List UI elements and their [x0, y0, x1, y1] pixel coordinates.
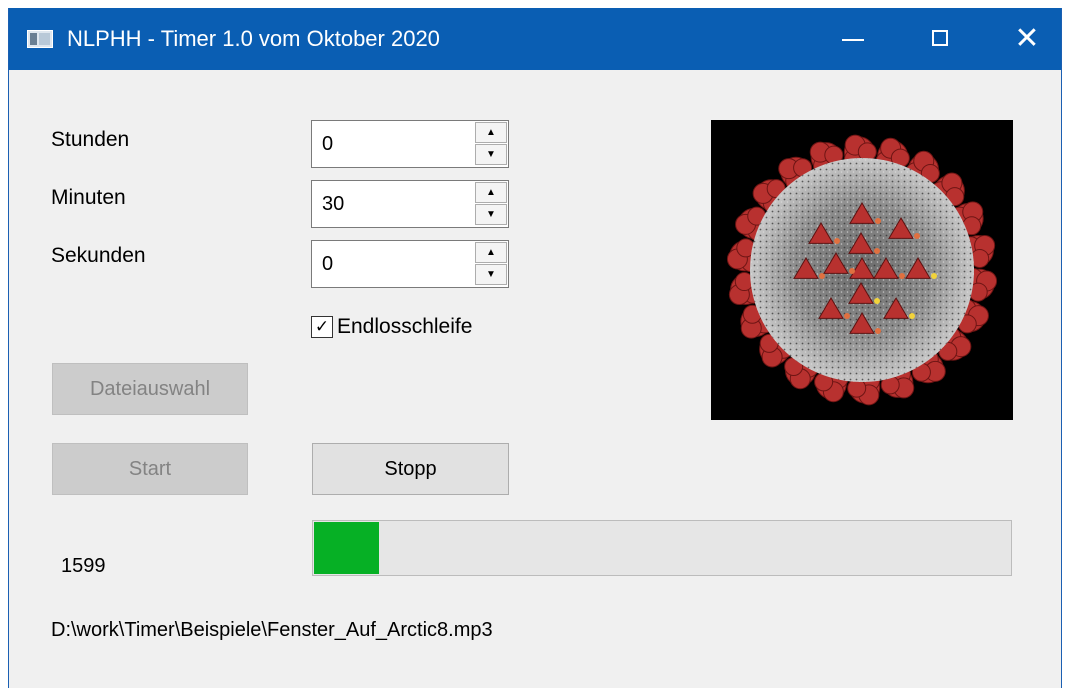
- close-button[interactable]: ✕: [987, 8, 1067, 70]
- minutes-label: Minuten: [51, 186, 126, 209]
- hours-decrement-button[interactable]: ▼: [475, 144, 507, 165]
- loop-checkbox[interactable]: ✓: [311, 316, 333, 338]
- seconds-decrement-button[interactable]: ▼: [475, 264, 507, 285]
- minimize-button[interactable]: [814, 8, 894, 70]
- membrane-dot: [914, 233, 920, 239]
- minutes-increment-button[interactable]: ▲: [475, 182, 507, 203]
- window-title: NLPHH - Timer 1.0 vom Oktober 2020: [67, 26, 440, 51]
- loop-checkbox-label[interactable]: Endlosschleife: [337, 315, 472, 339]
- app-window: NLPHH - Timer 1.0 vom Oktober 2020 ✕ Stu…: [8, 8, 1062, 688]
- stop-button[interactable]: Stopp: [312, 443, 509, 495]
- coronavirus-illustration: [726, 134, 998, 406]
- minimize-icon: [842, 39, 864, 41]
- title-bar[interactable]: NLPHH - Timer 1.0 vom Oktober 2020 ✕: [9, 8, 1061, 70]
- seconds-stepper: ▲ ▼: [311, 240, 509, 288]
- hours-spin-buttons: ▲ ▼: [475, 122, 507, 166]
- membrane-dot: [849, 268, 855, 274]
- membrane-dot: [909, 313, 915, 319]
- membrane-dot: [834, 238, 840, 244]
- file-select-button[interactable]: Dateiauswahl: [52, 363, 248, 415]
- minutes-stepper: ▲ ▼: [311, 180, 509, 228]
- minutes-decrement-button[interactable]: ▼: [475, 204, 507, 225]
- hours-increment-button[interactable]: ▲: [475, 122, 507, 143]
- maximize-icon: [932, 30, 948, 46]
- seconds-input[interactable]: [312, 241, 472, 287]
- selected-file-path: D:\work\Timer\Beispiele\Fenster_Auf_Arct…: [51, 619, 493, 641]
- maximize-button[interactable]: [901, 8, 981, 70]
- hours-input[interactable]: [312, 121, 472, 167]
- close-icon: ✕: [1014, 22, 1040, 55]
- remaining-seconds-counter: 1599: [61, 555, 106, 577]
- app-icon: [27, 30, 53, 48]
- seconds-spin-buttons: ▲ ▼: [475, 242, 507, 286]
- minutes-spin-buttons: ▲ ▼: [475, 182, 507, 226]
- membrane-dot: [844, 313, 850, 319]
- start-button[interactable]: Start: [52, 443, 248, 495]
- membrane-dot: [874, 298, 880, 304]
- membrane-dot: [931, 273, 937, 279]
- timer-progress-bar: [312, 520, 1012, 576]
- coronavirus-image: [711, 120, 1013, 420]
- membrane-dot: [899, 273, 905, 279]
- minutes-input[interactable]: [312, 181, 472, 227]
- hours-label: Stunden: [51, 128, 130, 151]
- membrane-dot: [874, 248, 880, 254]
- seconds-label: Sekunden: [51, 244, 146, 267]
- hours-stepper: ▲ ▼: [311, 120, 509, 168]
- seconds-increment-button[interactable]: ▲: [475, 242, 507, 263]
- membrane-dot: [875, 218, 881, 224]
- progress-fill: [314, 522, 379, 574]
- membrane-dot: [875, 328, 881, 334]
